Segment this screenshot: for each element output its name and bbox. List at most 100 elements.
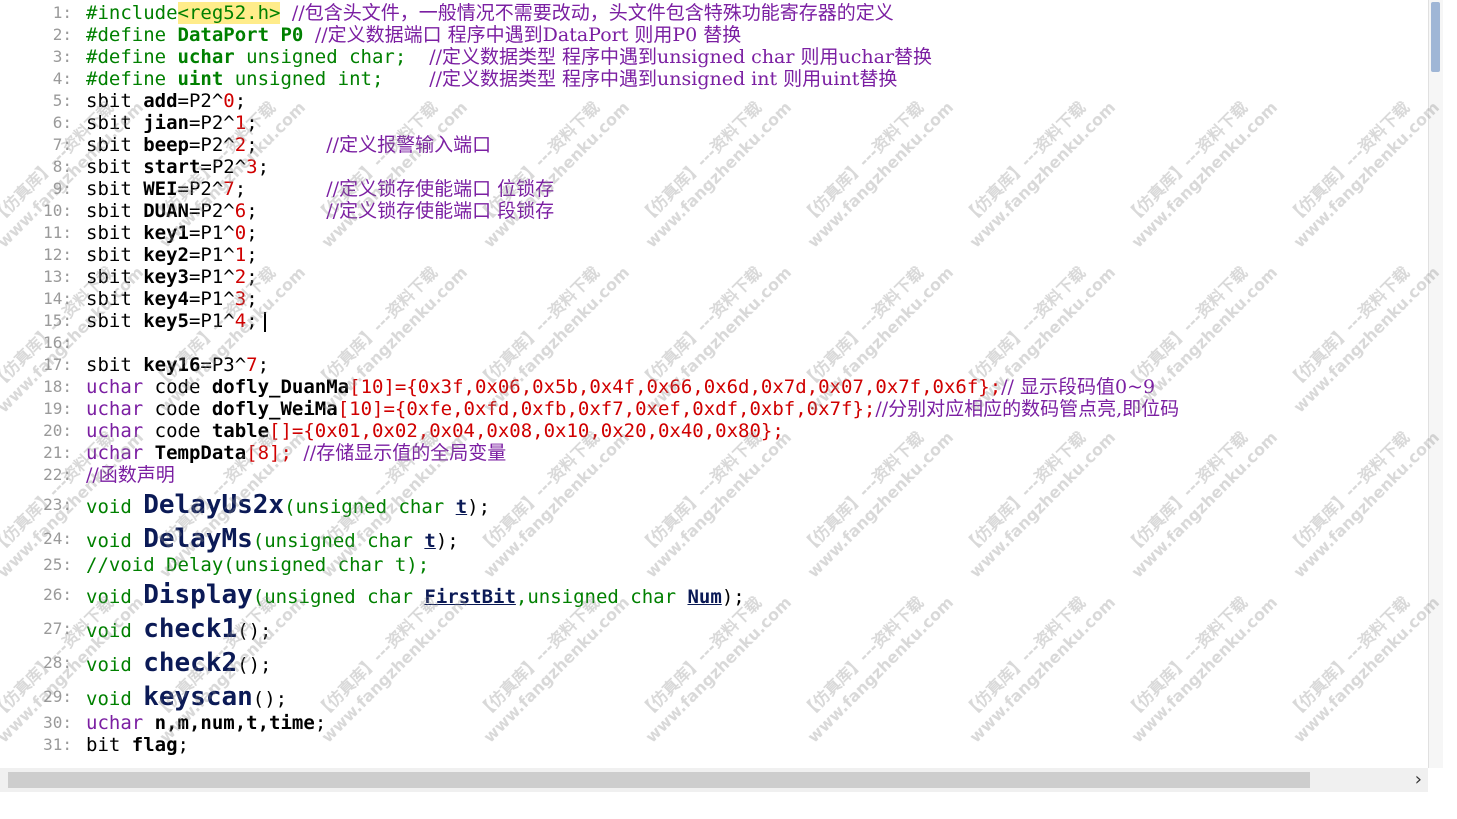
code-token: start (143, 156, 201, 178)
code-token: sbit (86, 156, 144, 178)
code-token: uchar (86, 420, 144, 442)
code-token: =P1^ (188, 288, 235, 310)
code-token: sbit (86, 112, 144, 134)
code-line[interactable]: 23: void DelayUs2x(unsigned char t); (0, 492, 1428, 518)
code-token: n,m,num,t,time (154, 712, 315, 734)
horizontal-scrollbar[interactable]: › (0, 768, 1428, 792)
code-token: void (86, 688, 144, 710)
code-text: bit flag; (86, 732, 189, 758)
code-token: check2 (143, 648, 238, 678)
code-editor[interactable]: 1: #include<reg52.h> //包含头文件，一般情况不需要改动，头文… (0, 0, 1428, 768)
code-token: =P3^ (200, 354, 247, 376)
code-token: (unsigned char (252, 530, 425, 552)
code-token: //定义报警输入端口 (326, 134, 492, 156)
code-token: void (86, 586, 144, 608)
code-text: void check1(); (86, 616, 271, 644)
code-line[interactable]: 28: void check2(); (0, 650, 1428, 676)
code-token: (); (237, 620, 272, 642)
code-token: key4 (143, 288, 189, 310)
code-token: ; (314, 712, 327, 734)
code-token: FirstBit (424, 586, 516, 608)
code-token: ; (234, 178, 327, 200)
vertical-scrollbar[interactable] (1428, 0, 1443, 768)
code-token: ,unsigned char (515, 586, 688, 608)
horizontal-scroll-thumb[interactable] (8, 772, 1310, 788)
line-number: 24: (43, 529, 72, 548)
code-token: key16 (143, 354, 201, 376)
code-token: (); (252, 688, 288, 710)
code-token: uchar (86, 712, 144, 734)
code-token: [10]={0x3f,0x06,0x5b,0x4f,0x66,0x6d,0x7d… (349, 376, 1002, 398)
code-token: table (211, 420, 270, 442)
code-token: //函数声明 (86, 464, 175, 486)
code-token: DelayUs2x (143, 490, 285, 520)
code-token: ; (246, 310, 258, 332)
code-token: 7 (246, 354, 258, 376)
code-token: sbit (86, 354, 144, 376)
code-token: t (455, 496, 468, 518)
code-token: DataPort P0 (177, 24, 304, 46)
line-number: 25: (43, 555, 72, 574)
code-token: void (86, 530, 144, 552)
code-token: key1 (143, 222, 189, 244)
code-token: uchar (86, 376, 144, 398)
code-token: //定义数据类型 程序中遇到unsigned int 则用uint替换 (429, 68, 898, 90)
code-line[interactable]: 22: //函数声明 (0, 462, 1428, 488)
code-token: =P2^ (177, 90, 224, 112)
code-token: t (424, 530, 436, 552)
code-token: =P1^ (188, 222, 235, 244)
code-token: 0 (223, 90, 235, 112)
code-token: key3 (143, 266, 189, 288)
vertical-scroll-thumb[interactable] (1431, 2, 1440, 72)
line-number: 29: (43, 687, 72, 706)
code-token: dofly_DuanMa (211, 376, 350, 398)
code-token: //定义数据端口 程序中遇到DataPort 则用P0 替换 (314, 24, 742, 46)
line-number: 22: (43, 465, 72, 484)
code-token: WEI (143, 178, 178, 200)
code-token: jian (143, 112, 189, 134)
code-token: uchar (177, 46, 235, 68)
code-token: ; (246, 200, 327, 222)
code-token: =P2^ (177, 178, 224, 200)
code-token: =P1^ (188, 266, 235, 288)
code-line[interactable]: 27: void check1(); (0, 616, 1428, 642)
code-token: check1 (143, 614, 238, 644)
code-token: 2 (234, 134, 247, 156)
code-token: key5 (143, 310, 189, 332)
code-token: 1 (234, 112, 247, 134)
code-token: unsigned int; (223, 68, 430, 90)
code-line[interactable]: 31: bit flag; (0, 732, 1428, 758)
code-token: ; (246, 112, 258, 134)
code-token: unsigned char; (234, 46, 430, 68)
line-number: 23: (43, 495, 72, 514)
code-token: ; (257, 354, 270, 376)
code-token: ); (435, 530, 459, 552)
code-token: 0 (234, 222, 247, 244)
code-token: //存储显示值的全局变量 (303, 442, 507, 464)
code-token: TempData (154, 442, 247, 464)
code-token: #define (86, 68, 178, 90)
code-token: sbit (86, 266, 144, 288)
code-token: void (86, 496, 144, 518)
code-token: #include (86, 2, 178, 24)
code-token: <reg52.h> (177, 2, 281, 24)
scroll-right-arrow-icon[interactable]: › (1415, 769, 1422, 790)
code-line[interactable]: 29: void keyscan(); (0, 684, 1428, 710)
code-token: =P1^ (188, 310, 235, 332)
code-token: ); (467, 496, 491, 518)
code-token: // 显示段码值0~9 (1001, 376, 1156, 398)
code-token: sbit (86, 244, 144, 266)
code-token: []={0x01,0x02,0x04,0x08,0x10,0x20,0x40,0… (269, 420, 784, 442)
code-token: ; (234, 90, 247, 112)
code-token: sbit (86, 90, 144, 112)
code-line[interactable]: 24: void DelayMs(unsigned char t); (0, 526, 1428, 552)
code-line[interactable]: 25: //void Delay(unsigned char t); (0, 552, 1428, 578)
line-number: 31: (43, 735, 72, 754)
code-token: sbit (86, 178, 144, 200)
code-token: sbit (86, 200, 144, 222)
code-token: code (143, 376, 212, 398)
code-line[interactable]: 26: void Display(unsigned char FirstBit,u… (0, 582, 1428, 608)
code-token: =P1^ (188, 244, 235, 266)
code-token: uchar (86, 398, 144, 420)
